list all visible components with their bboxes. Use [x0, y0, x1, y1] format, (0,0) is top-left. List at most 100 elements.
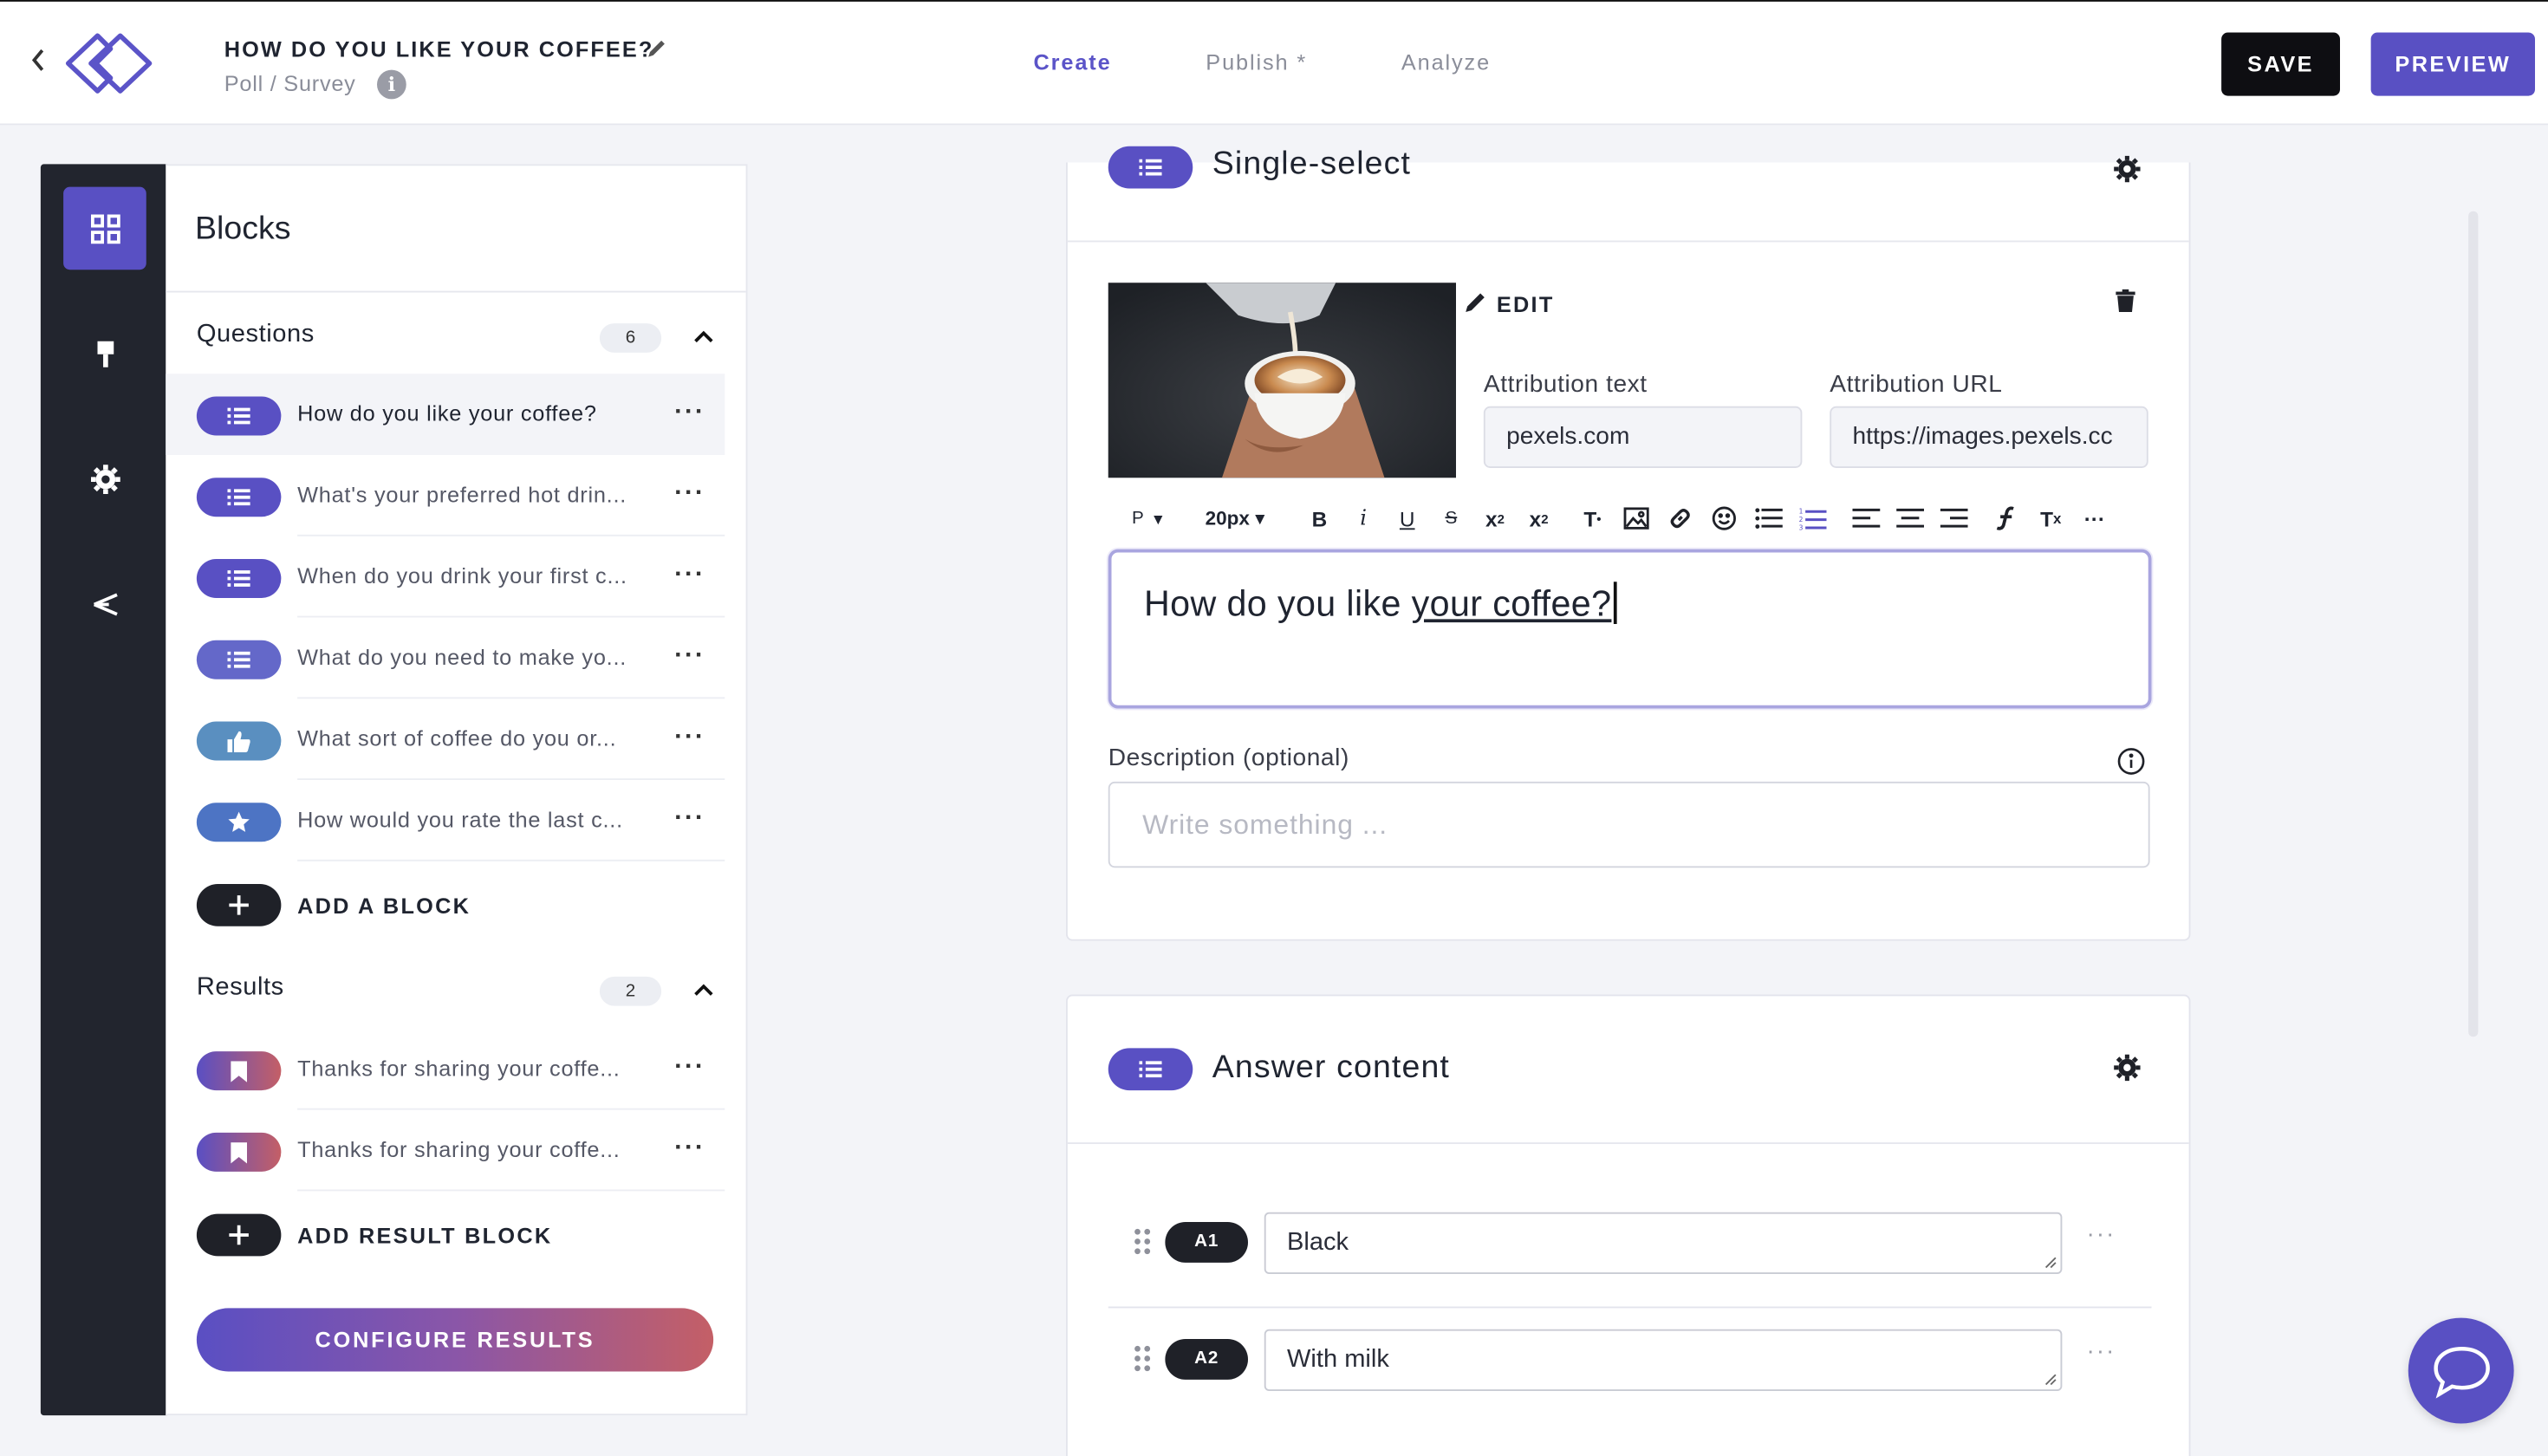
divider	[1067, 1142, 2189, 1144]
more-icon[interactable]: ···	[674, 398, 705, 427]
results-section-header[interactable]: Results 2	[197, 970, 724, 1009]
more-icon[interactable]: ···	[2087, 1220, 2116, 1248]
logo-icon[interactable]	[62, 29, 156, 98]
share-icon[interactable]	[63, 562, 146, 646]
function-icon[interactable]	[1987, 499, 2026, 538]
chevron-up-icon[interactable]	[691, 977, 717, 1003]
main-tabs: Create Publish * Analyze	[1034, 50, 1585, 75]
preview-button[interactable]: PREVIEW	[2370, 32, 2535, 96]
answer-card: Answer content A1 Black ··· A2 With milk…	[1066, 994, 2191, 1456]
add-result-block-label: ADD RESULT BLOCK	[297, 1223, 553, 1248]
questions-section-header[interactable]: Questions 6	[197, 317, 724, 356]
bullet-list-icon[interactable]	[1749, 499, 1788, 538]
superscript-icon[interactable]: x2	[1476, 499, 1515, 538]
tab-publish[interactable]: Publish *	[1206, 50, 1307, 75]
list-item-label: Thanks for sharing your coffe...	[297, 1137, 621, 1162]
underline-icon[interactable]: U	[1388, 499, 1427, 538]
align-center-icon[interactable]	[1890, 499, 1929, 538]
gear-icon[interactable]	[2113, 154, 2146, 187]
attribution-url-label: Attribution URL	[1830, 370, 2003, 399]
description-input[interactable]: Write something ...	[1108, 781, 2150, 868]
attribution-text-input[interactable]: pexels.com	[1483, 406, 1803, 468]
list-item[interactable]: How would you rate the last c... ···	[166, 780, 725, 861]
list-icon	[196, 559, 282, 598]
question-text-editor[interactable]: How do you like your coffee?	[1108, 549, 2152, 709]
add-block-button[interactable]: ADD A BLOCK	[196, 884, 685, 926]
paragraph-select[interactable]: P ▾	[1108, 499, 1186, 538]
tab-create[interactable]: Create	[1034, 50, 1112, 75]
more-options-icon[interactable]: ···	[2075, 499, 2114, 538]
more-icon[interactable]: ···	[674, 1134, 705, 1164]
list-item[interactable]: Thanks for sharing your coffe... ···	[166, 1029, 725, 1110]
list-item[interactable]: What's your preferred hot drin... ···	[166, 455, 725, 536]
image-icon[interactable]	[1617, 499, 1656, 538]
info-icon[interactable]	[2117, 748, 2145, 776]
pencil-icon[interactable]	[645, 37, 667, 60]
card-title: Answer content	[1212, 1050, 1450, 1086]
strikethrough-icon[interactable]: S	[1432, 499, 1471, 538]
more-icon[interactable]: ···	[674, 561, 705, 590]
answer-input[interactable]: With milk	[1264, 1329, 2063, 1391]
list-item[interactable]: What do you need to make yo... ···	[166, 618, 725, 699]
question-text: How do you like your coffee?	[1144, 582, 1617, 626]
trash-icon[interactable]	[2116, 289, 2138, 315]
list-icon	[196, 640, 282, 679]
numbered-list-icon[interactable]: 123	[1792, 499, 1831, 538]
chevron-up-icon[interactable]	[691, 323, 717, 349]
drag-handle-icon[interactable]	[1133, 1227, 1153, 1257]
questions-count-badge: 6	[599, 323, 662, 353]
subscript-icon[interactable]: x2	[1519, 499, 1558, 538]
save-button[interactable]: SAVE	[2221, 32, 2340, 96]
chevron-left-icon[interactable]	[29, 47, 52, 80]
gear-icon[interactable]	[63, 437, 146, 520]
more-icon[interactable]: ···	[674, 642, 705, 672]
more-icon[interactable]: ···	[674, 804, 705, 834]
resize-grip-icon[interactable]	[2044, 1373, 2057, 1386]
scrollbar[interactable]	[2468, 211, 2479, 1037]
bookmark-icon	[196, 1132, 282, 1172]
align-left-icon[interactable]	[1846, 499, 1885, 538]
bold-icon[interactable]: B	[1300, 499, 1339, 538]
blocks-grid-icon[interactable]	[63, 186, 146, 270]
tab-analyze[interactable]: Analyze	[1401, 50, 1491, 75]
divider	[1067, 240, 2189, 243]
drag-handle-icon[interactable]	[1133, 1344, 1153, 1374]
list-item-label: How do you like your coffee?	[297, 401, 597, 426]
italic-icon[interactable]: i	[1344, 499, 1383, 538]
info-icon[interactable]: i	[377, 69, 406, 100]
star-icon	[196, 803, 282, 842]
answer-row: A2 With milk ···	[1108, 1308, 2152, 1425]
font-size-select[interactable]: 20px ▾	[1191, 499, 1278, 538]
text-color-icon[interactable]: T •	[1573, 499, 1612, 538]
question-image[interactable]	[1108, 283, 1456, 478]
paint-brush-icon[interactable]	[63, 312, 146, 395]
configure-results-button[interactable]: CONFIGURE RESULTS	[196, 1308, 714, 1372]
chat-bubble-icon	[2433, 1346, 2489, 1398]
description-placeholder: Write something ...	[1142, 809, 1388, 841]
resize-grip-icon[interactable]	[2044, 1256, 2057, 1269]
more-icon[interactable]: ···	[674, 1053, 705, 1082]
more-icon[interactable]: ···	[674, 479, 705, 509]
list-item[interactable]: What sort of coffee do you or... ···	[166, 699, 725, 780]
clear-format-icon[interactable]: Tx	[2031, 499, 2070, 538]
list-item[interactable]: When do you drink your first c... ···	[166, 536, 725, 618]
gear-icon[interactable]	[2113, 1053, 2146, 1086]
list-icon	[196, 396, 282, 436]
list-icon	[1108, 1048, 1193, 1091]
list-item[interactable]: Thanks for sharing your coffe... ···	[166, 1110, 725, 1192]
edit-image-link[interactable]: EDIT	[1466, 293, 1555, 317]
more-icon[interactable]: ···	[2087, 1337, 2116, 1365]
emoji-icon[interactable]	[1705, 499, 1744, 538]
more-icon[interactable]: ···	[674, 723, 705, 752]
add-block-label: ADD A BLOCK	[297, 894, 471, 919]
answer-input[interactable]: Black	[1264, 1212, 2063, 1274]
add-result-block-button[interactable]: ADD RESULT BLOCK	[196, 1213, 685, 1257]
attribution-url-input[interactable]: https://images.pexels.cc	[1830, 406, 2148, 468]
questions-label: Questions	[196, 320, 315, 348]
answer-row: A1 Black ···	[1108, 1191, 2152, 1309]
link-icon[interactable]	[1661, 499, 1700, 538]
list-item[interactable]: How do you like your coffee? ···	[166, 374, 725, 455]
chat-button[interactable]	[2408, 1317, 2514, 1424]
align-right-icon[interactable]	[1934, 499, 1973, 538]
list-item-label: What do you need to make yo...	[297, 645, 627, 670]
